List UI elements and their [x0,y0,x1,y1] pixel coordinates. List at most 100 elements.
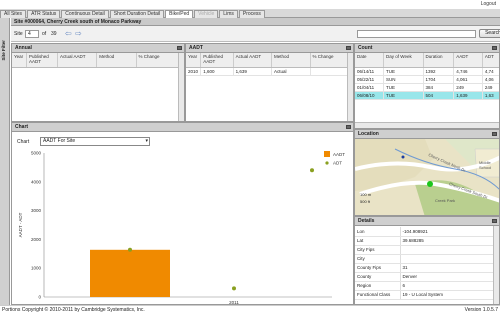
detail-row: Lon -104.908921 [355,227,495,237]
minimize-icon[interactable] [346,125,351,129]
table-row[interactable]: 06/08/10 TUE 504 1,639 1,63 [355,91,499,100]
column-header[interactable]: Duration [423,53,455,68]
table-row[interactable]: 2010 1,600 1,639 Actual [186,67,350,76]
table-cell: 4,746 [453,67,483,76]
x-tick-label: 2011 [229,300,239,304]
detail-label: Lon [355,227,401,237]
table-cell: SUN [383,75,424,84]
previous-arrow-icon[interactable]: ⇦ [65,29,72,38]
tab-lims[interactable]: Lims [219,10,238,18]
count-panel-header: Count [355,44,499,53]
site-marker-icon[interactable] [427,181,433,187]
detail-value: Denver [400,272,495,282]
site-filter-rail[interactable]: Site Filter [0,18,10,305]
tab-all-sites[interactable]: All Sites [0,10,27,18]
column-header[interactable]: Method [271,53,311,68]
table-cell: 4,74 [482,67,499,76]
location-map[interactable] [355,139,500,216]
tab-process[interactable]: Process [238,10,265,18]
detail-row: County Denver [355,272,495,282]
detail-value [400,254,495,264]
column-header[interactable]: Year [186,53,202,68]
detail-row: Functional Class 19 - U Local System [355,290,495,300]
y-axis-label: AADT - ADT [18,212,23,237]
table-cell: 249 [482,83,499,92]
column-header[interactable]: Date [355,53,385,68]
logout-link[interactable]: Logout [481,1,496,7]
minimize-icon[interactable] [492,46,497,50]
chart-panel: Chart Chart AADT For Site ▾ 0 1000 2000 300… [11,122,354,305]
column-header[interactable]: % Change [310,53,350,68]
table-cell: 384 [423,83,455,92]
detail-value: -104.908921 [400,227,495,237]
aadt-bar[interactable] [90,249,170,297]
next-arrow-icon[interactable]: ⇨ [75,29,82,38]
tab-strip: All Sites ATR Status Continuous Detail Shor… [0,9,500,18]
detail-value: 31 [400,263,495,273]
chart-type-select[interactable]: AADT For Site ▾ [40,137,150,146]
tab-atr-status[interactable]: ATR Status [27,10,61,18]
column-header[interactable]: Day of Week [383,53,424,68]
adt-point[interactable] [128,247,132,252]
aadt-scrollbar[interactable] [347,53,353,121]
table-row[interactable]: 06/14/11 TUE 1392 4,746 4,74 [355,67,499,76]
detail-label: Lat [355,236,401,246]
table-cell: 06/14/11 [355,67,385,76]
table-row[interactable]: 01/04/11 TUE 384 249 249 [355,83,499,92]
details-scrollbar[interactable] [493,226,499,304]
minimize-icon[interactable] [492,219,497,223]
annual-scrollbar[interactable] [178,53,184,121]
y-tick-label: 5000 [31,151,42,156]
tab-short-duration-detail[interactable]: Short Duration Detail [109,10,165,18]
details-panel: Details Lon -104.908921 Lat 39.688285 City F… [354,216,500,305]
detail-value: 6 [400,281,495,291]
table-cell: Actual [271,67,311,76]
table-cell: 1,600 [200,67,234,76]
table-cell: 1,639 [233,67,273,76]
table-cell: 2010 [186,67,202,76]
detail-value: 19 - U Local System [400,290,495,300]
tab-continuous-detail[interactable]: Continuous Detail [61,10,109,18]
minimize-icon[interactable] [177,46,182,50]
location-panel: Location Cherry Creek North Dr Cherry Cr… [354,129,500,216]
column-header[interactable]: Method [96,53,137,68]
minimize-icon[interactable] [346,46,351,50]
y-tick-label: 2000 [31,237,42,242]
column-header[interactable]: ADT [482,53,499,68]
map-label: Creek Park [435,198,456,203]
column-header[interactable]: Actual AADT [57,53,98,68]
legend-swatch-aadt [324,151,330,157]
aadt-table: Year Published AADT Actual AADT Method% Cha… [186,53,350,76]
map-label: Middle School [479,160,492,170]
count-title: Count [358,45,373,51]
column-header[interactable]: Year [12,53,27,68]
column-header[interactable]: Actual AADT [233,53,273,68]
annual-panel-header: Annual [12,44,184,53]
search-input[interactable] [357,30,476,38]
of-label: of [42,31,47,37]
table-cell: 4,061 [453,75,483,84]
column-header[interactable]: % Change [136,53,181,68]
detail-row: Lat 39.688285 [355,236,495,246]
column-header[interactable]: AADT [453,53,483,68]
minimize-icon[interactable] [492,132,497,136]
table-cell: 01/04/11 [355,83,385,92]
table-row[interactable]: 05/22/11 SUN 1704 4,061 4,06 [355,75,499,84]
adt-point[interactable] [310,168,314,173]
site-number-input[interactable]: 4 [25,30,39,38]
legend-label-aadt: AADT [333,152,345,157]
detail-label: City Fips [355,245,401,255]
site-total: 39 [51,31,57,37]
detail-label: Functional Class [355,290,401,300]
column-header[interactable]: Published AADT [200,53,234,68]
tab-bike-ped[interactable]: Bike/Ped [165,10,194,18]
status-bar: Portions Copyright © 2010-2011 by Cambri… [0,305,500,313]
location-point-icon[interactable] [401,155,405,159]
column-header[interactable]: Published AADT [26,53,58,68]
y-tick-label: 0 [38,295,41,300]
adt-point[interactable] [232,286,236,291]
count-horizontal-scrollbar[interactable] [355,122,499,128]
count-panel: Count Date Day of Week Duration AADT ADT 06/… [354,43,500,129]
site-filter-label[interactable]: Site Filter [1,40,9,61]
search-button[interactable]: Search [479,29,500,38]
